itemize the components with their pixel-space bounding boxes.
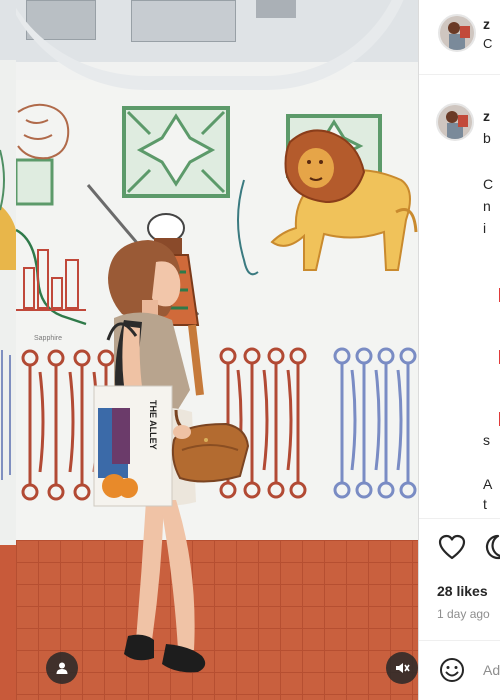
comment-text-line: t xyxy=(483,496,487,512)
media-viewer: Sapphire THE ALLEY xyxy=(0,0,418,700)
header-username[interactable]: z xyxy=(483,16,490,32)
comment-button[interactable] xyxy=(483,532,500,562)
post-header: z C xyxy=(419,0,500,75)
caption-username[interactable]: z xyxy=(483,108,490,124)
header-avatar[interactable] xyxy=(438,14,476,52)
post-timestamp[interactable]: 1 day ago xyxy=(437,607,490,621)
caption-text-line: i xyxy=(483,220,487,236)
heart-icon xyxy=(438,534,466,560)
tote-bag-text: THE ALLEY xyxy=(148,400,158,450)
header-subtext: C xyxy=(483,36,493,51)
add-comment-input[interactable]: Ad xyxy=(483,662,500,678)
caption-text-line: n xyxy=(483,198,491,214)
comment-icon xyxy=(485,534,500,560)
emoji-button[interactable] xyxy=(437,655,467,685)
tagged-user-button[interactable] xyxy=(46,652,78,684)
comment-text-line: s xyxy=(483,432,490,448)
caption-text-line: C xyxy=(483,176,494,192)
likes-count[interactable]: 28 likes xyxy=(437,583,488,599)
user-tag-icon xyxy=(56,662,68,674)
mute-button[interactable] xyxy=(386,652,418,684)
caption-avatar[interactable] xyxy=(436,103,474,141)
post-side-panel: z C z b C n i s A t 28 likes 1 day ago A… xyxy=(418,0,500,700)
woman-walking: THE ALLEY xyxy=(93,240,250,673)
comment-text-line: A xyxy=(483,476,493,492)
emoji-icon xyxy=(440,658,464,682)
instagram-post-view: Sapphire THE ALLEY z C z b C n i s A t 2… xyxy=(0,0,500,700)
mute-icon xyxy=(396,663,410,673)
caption-text-line: b xyxy=(483,130,491,146)
video-frame[interactable]: Sapphire THE ALLEY xyxy=(16,0,418,700)
prev-mural-fragment xyxy=(0,0,16,545)
like-button[interactable] xyxy=(437,532,467,562)
previous-slide-edge[interactable] xyxy=(0,0,16,700)
